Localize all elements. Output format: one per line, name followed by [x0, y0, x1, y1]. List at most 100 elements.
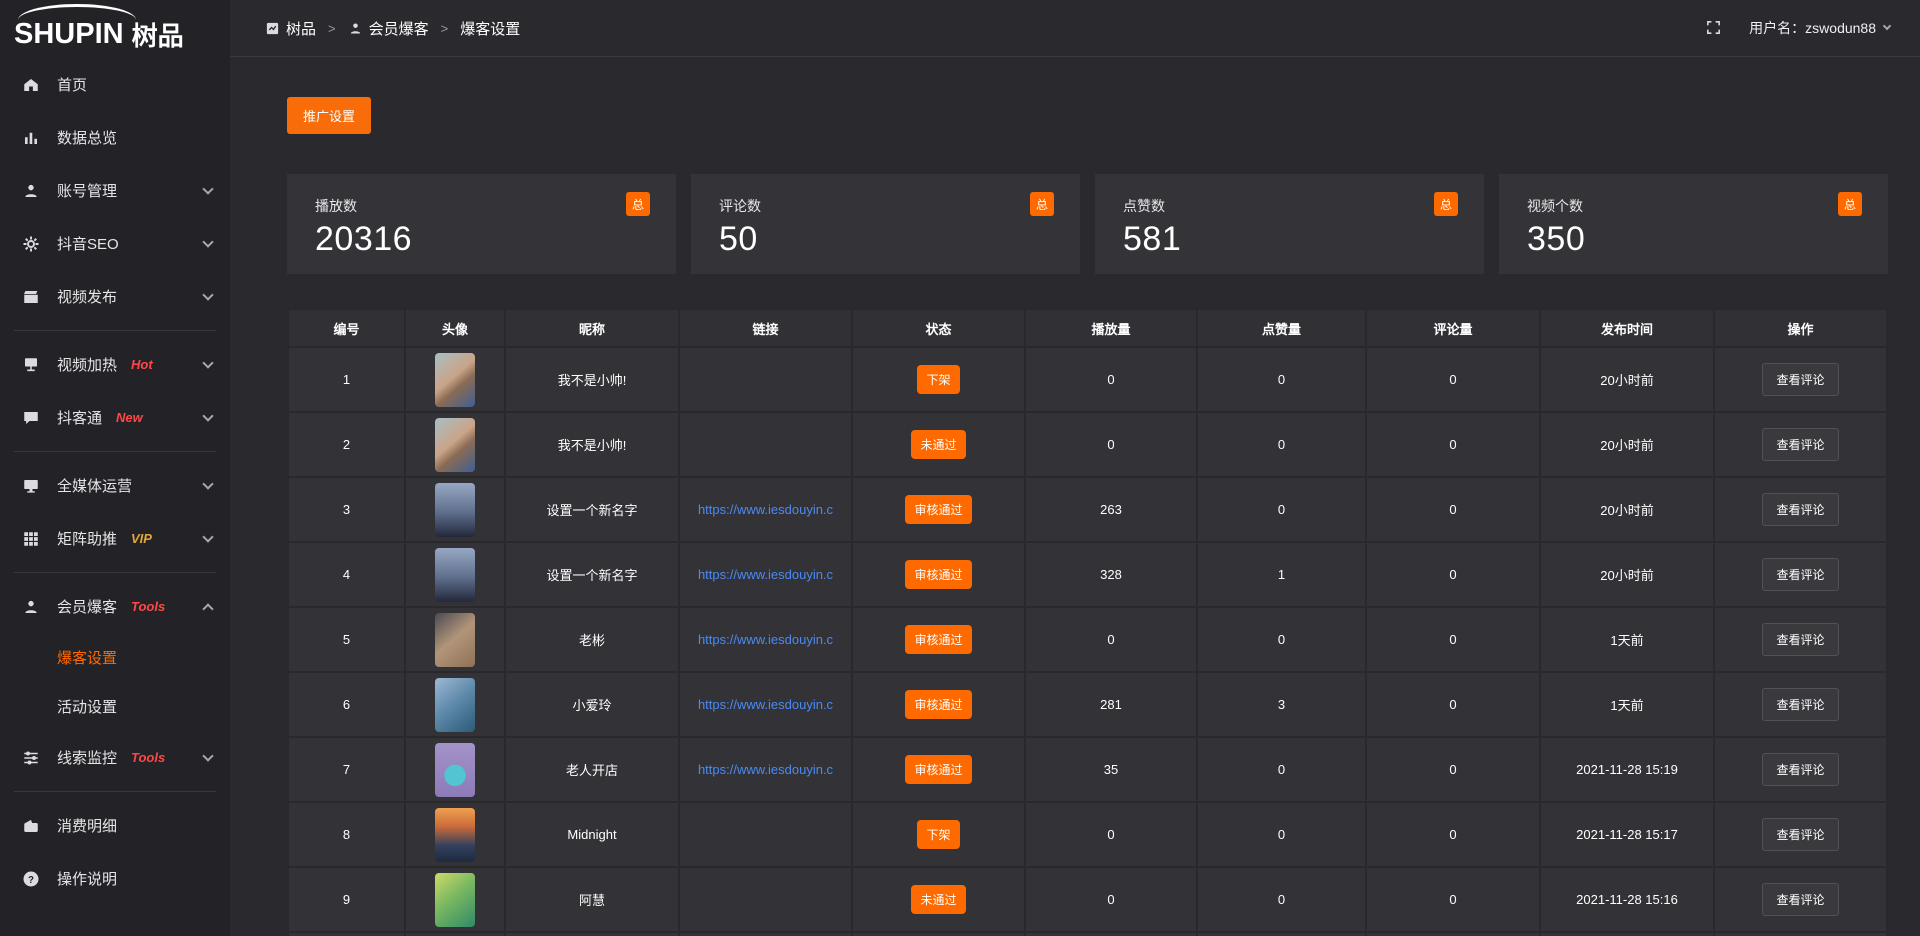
app-logo[interactable]: SHUPIN 树品	[0, 0, 230, 58]
table-row: 4 设置一个新名字 https://www.iesdouyin.c 审核通过 3…	[288, 542, 1887, 607]
sidebar-item-matrix-boost[interactable]: 矩阵助推 VIP	[0, 512, 230, 565]
cell-comments: 0	[1366, 867, 1540, 932]
video-link[interactable]: https://www.iesdouyin.c	[698, 567, 833, 582]
sidebar-item-video-heating[interactable]: 视频加热 Hot	[0, 338, 230, 391]
cell-link: https://www.iesdouyin.c	[679, 477, 852, 542]
cell-comments: 0	[1366, 672, 1540, 737]
status-badge: 审核通过	[905, 625, 971, 654]
cell-plays: 263	[1025, 477, 1197, 542]
cell-link	[679, 867, 852, 932]
total-badge: 总	[1434, 192, 1458, 216]
avatar	[435, 548, 475, 602]
avatar	[435, 808, 475, 862]
view-comments-button[interactable]: 查看评论	[1762, 883, 1838, 916]
status-badge: 未通过	[911, 430, 965, 459]
breadcrumb-item-shupin[interactable]: 树品	[265, 18, 316, 39]
stat-value: 581	[1123, 220, 1456, 259]
cell-avatar	[405, 867, 505, 932]
user-menu[interactable]: 用户名： zswodun88	[1749, 18, 1890, 38]
cell-nickname: 设置一个新名字	[505, 477, 679, 542]
status-badge: 审核通过	[905, 755, 971, 784]
topbar-right: 用户名： zswodun88	[1705, 18, 1890, 38]
cell-comments: 0	[1366, 607, 1540, 672]
cell-likes: 3	[1197, 672, 1366, 737]
wallet-icon	[22, 816, 42, 836]
cell-actions: 查看评论	[1714, 542, 1887, 607]
sidebar-item-operation-guide[interactable]: ? 操作说明	[0, 852, 230, 905]
video-link[interactable]: https://www.iesdouyin.c	[698, 697, 833, 712]
sidebar-item-omnimedia-operation[interactable]: 全媒体运营	[0, 459, 230, 512]
view-comments-button[interactable]: 查看评论	[1762, 688, 1838, 721]
sidebar-item-home[interactable]: 首页	[0, 58, 230, 111]
breadcrumb-label: 爆客设置	[460, 18, 520, 39]
sidebar-divider	[14, 791, 216, 792]
logo-text-en: SHUPIN	[14, 18, 124, 51]
cell-status: 审核通过	[852, 477, 1025, 542]
username-label: 用户名：	[1749, 18, 1805, 38]
sidebar-item-label: 抖音SEO	[57, 233, 119, 254]
sidebar-item-member-baoke[interactable]: 会员爆客 Tools	[0, 580, 230, 633]
dashboard-icon	[265, 21, 280, 36]
view-comments-button[interactable]: 查看评论	[1762, 558, 1838, 591]
subitem-label: 活动设置	[57, 696, 117, 717]
gear-icon	[22, 234, 42, 254]
stat-card-plays: 播放数 20316 总	[287, 174, 676, 274]
sidebar-subitem-activity-settings[interactable]: 活动设置	[0, 682, 230, 731]
cell-plays: 0	[1025, 607, 1197, 672]
cell-status	[852, 932, 1025, 936]
sidebar-item-label: 消费明细	[57, 815, 117, 836]
video-link[interactable]: https://www.iesdouyin.c	[698, 762, 833, 777]
sidebar-item-douketong[interactable]: 抖客通 New	[0, 391, 230, 444]
cell-time	[1540, 932, 1714, 936]
col-avatar: 头像	[405, 309, 505, 347]
view-comments-button[interactable]: 查看评论	[1762, 363, 1838, 396]
breadcrumb-item-member-baoke[interactable]: 会员爆客	[348, 18, 429, 39]
view-comments-button[interactable]: 查看评论	[1762, 818, 1838, 851]
cell-avatar	[405, 672, 505, 737]
video-link[interactable]: https://www.iesdouyin.c	[698, 632, 833, 647]
hot-badge: Hot	[131, 357, 153, 372]
cell-comments: 0	[1366, 542, 1540, 607]
avatar	[435, 613, 475, 667]
cell-nickname: 阿慧	[505, 867, 679, 932]
table-row: 8 Midnight 下架 0 0 0 2021-11-28 15:17 查看评…	[288, 802, 1887, 867]
sidebar-item-douyin-seo[interactable]: 抖音SEO	[0, 217, 230, 270]
sidebar-item-video-publish[interactable]: 视频发布	[0, 270, 230, 323]
sidebar-item-data-overview[interactable]: 数据总览	[0, 111, 230, 164]
col-publish-time: 发布时间	[1540, 309, 1714, 347]
breadcrumb-label: 树品	[286, 18, 316, 39]
sidebar-item-label: 矩阵助推	[57, 528, 117, 549]
video-table: 编号 头像 昵称 链接 状态 播放量 点赞量 评论量 发布时间 操作 1	[287, 308, 1888, 936]
cell-actions: 查看评论	[1714, 737, 1887, 802]
sidebar-item-label: 操作说明	[57, 868, 117, 889]
fullscreen-icon[interactable]	[1705, 19, 1723, 37]
cell-status: 审核通过	[852, 542, 1025, 607]
sidebar-divider	[14, 330, 216, 331]
main-column: 树品 > 会员爆客 > 爆客设置 用户名： zswodun88	[230, 0, 1920, 936]
cell-likes: 0	[1197, 802, 1366, 867]
promotion-settings-button[interactable]: 推广设置	[287, 97, 371, 134]
view-comments-button[interactable]: 查看评论	[1762, 428, 1838, 461]
video-link[interactable]: https://www.iesdouyin.c	[698, 502, 833, 517]
sidebar-item-clue-monitoring[interactable]: 线索监控 Tools	[0, 731, 230, 784]
table-row: 6 小爱玲 https://www.iesdouyin.c 审核通过 281 3…	[288, 672, 1887, 737]
cell-time: 20小时前	[1540, 347, 1714, 412]
view-comments-button[interactable]: 查看评论	[1762, 753, 1838, 786]
sidebar-item-account-management[interactable]: 账号管理	[0, 164, 230, 217]
clapper-icon	[22, 287, 42, 307]
stat-value: 350	[1527, 220, 1860, 259]
view-comments-button[interactable]: 查看评论	[1762, 623, 1838, 656]
cell-plays: 328	[1025, 542, 1197, 607]
cell-likes: 0	[1197, 607, 1366, 672]
view-comments-button[interactable]: 查看评论	[1762, 493, 1838, 526]
sidebar-subitem-baoke-settings[interactable]: 爆客设置	[0, 633, 230, 682]
cell-time: 20小时前	[1540, 542, 1714, 607]
stat-value: 50	[719, 220, 1052, 259]
sidebar-item-consumption-details[interactable]: 消费明细	[0, 799, 230, 852]
chevron-down-icon	[1883, 22, 1891, 30]
grid-icon	[22, 529, 42, 549]
cell-status: 审核通过	[852, 607, 1025, 672]
stat-value: 20316	[315, 220, 648, 259]
cell-likes: 0	[1197, 867, 1366, 932]
cell-link	[679, 412, 852, 477]
